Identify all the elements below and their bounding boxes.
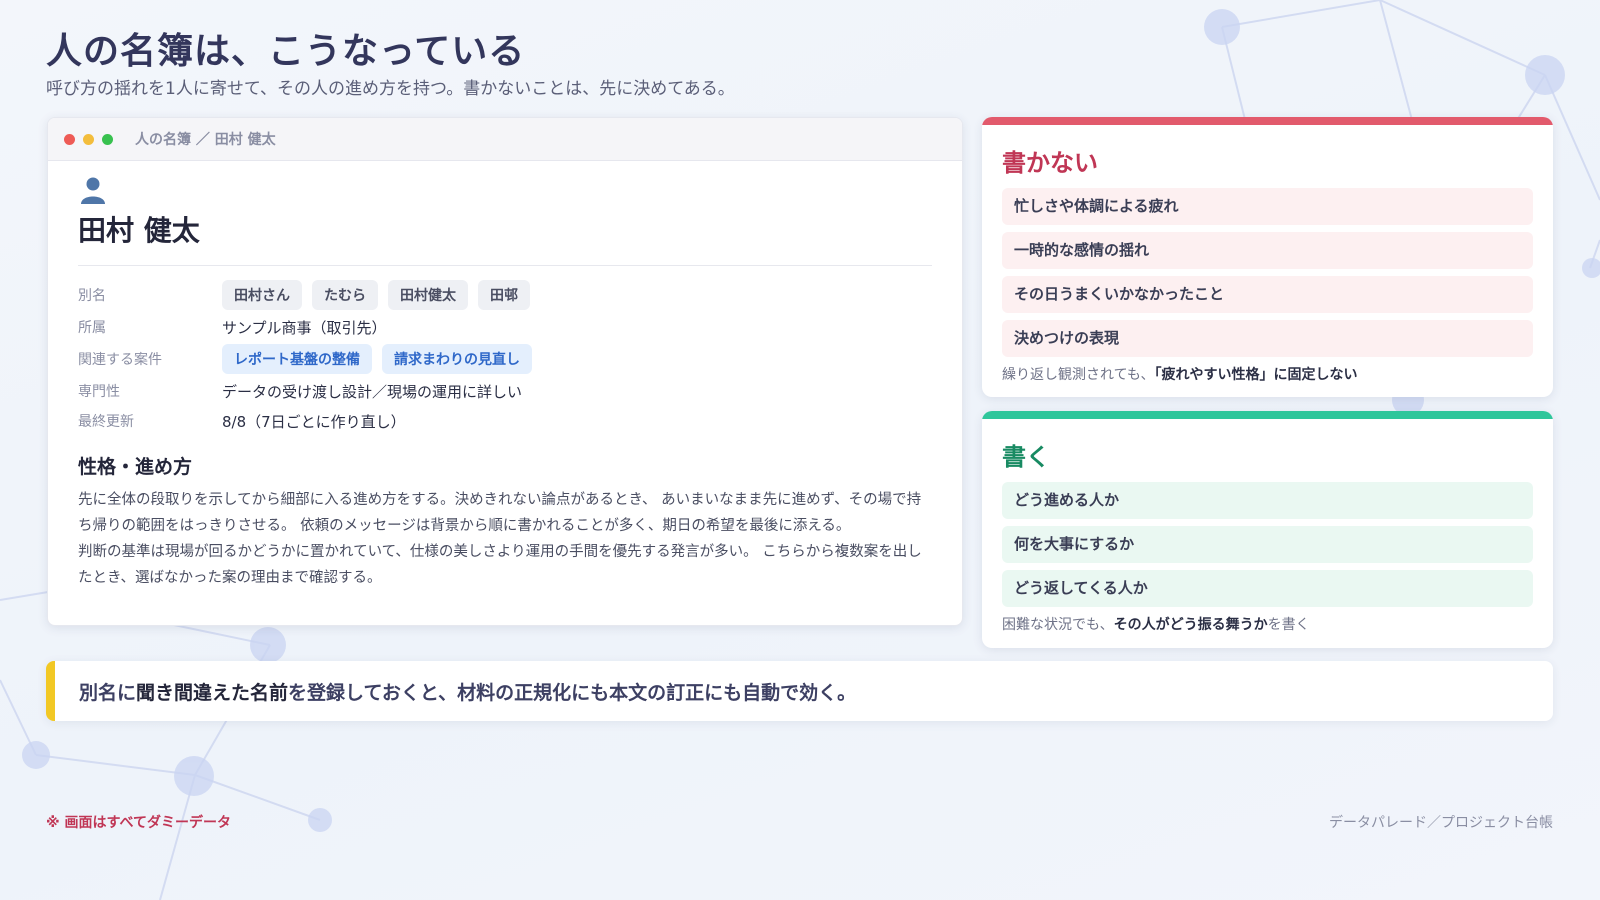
note-emphasis: 「疲れやすい性格」に固定しない xyxy=(1154,367,1358,383)
personality-section-title: 性格・進め方 xyxy=(78,456,193,478)
dummy-data-notice: ※ 画面はすべてダミーデータ xyxy=(46,815,231,831)
callout-text-part1: 別名に xyxy=(79,681,137,704)
page-subtitle: 呼び方の揺れを1人に寄せて、その人の進め方を持つ。書かないことは、先に決めてある… xyxy=(46,79,735,99)
alias-tip-callout: 別名に 聞き間違えた名前 を登録しておくと、材料の正規化にも本文の訂正にも自動で効く… xyxy=(46,661,1553,721)
do-write-item: 何を大事にするか xyxy=(1002,526,1533,563)
alias-chip[interactable]: 田村さん xyxy=(222,280,302,310)
alias-row: 別名 田村さん たむら 田村健太 田邨 xyxy=(78,278,932,312)
note-prefix: 困難な状況でも、 xyxy=(1002,617,1114,633)
alias-label: 別名 xyxy=(78,288,106,304)
alias-chip[interactable]: 田邨 xyxy=(478,280,530,310)
callout-text-part2: を登録しておくと、材料の正規化にも本文の訂正にも自動で効く。 xyxy=(288,681,857,704)
updated-value: 8/8（7日ごとに作り直し） xyxy=(222,412,406,431)
dont-write-title: 書かない xyxy=(1002,149,1098,177)
window-close-dot[interactable] xyxy=(64,133,75,145)
projects-label: 関連する案件 xyxy=(78,352,162,368)
breadcrumb: 人の名簿 ／ 田村 健太 xyxy=(135,132,276,148)
dont-write-card: 書かない 忙しさや体調による疲れ 一時的な感情の揺れ その日うまくいかなかったこ… xyxy=(982,117,1553,397)
project-chips: レポート基盤の整備 請求まわりの見直し xyxy=(222,344,542,374)
person-icon xyxy=(81,177,105,204)
person-name: 田村 健太 xyxy=(78,214,200,247)
do-write-note: 困難な状況でも、その人がどう振る舞うかを書く xyxy=(1002,614,1553,634)
note-prefix: 繰り返し観測されても、 xyxy=(1002,367,1155,383)
expertise-value: データの受け渡し設計／現場の運用に詳しい xyxy=(222,382,523,401)
window-maximize-dot[interactable] xyxy=(102,133,113,145)
updated-row: 最終更新 8/8（7日ごとに作り直し） xyxy=(78,406,932,436)
projects-row: 関連する案件 レポート基盤の整備 請求まわりの見直し xyxy=(78,342,932,376)
project-chip[interactable]: 請求まわりの見直し xyxy=(382,344,532,374)
dont-write-item: 忙しさや体調による疲れ xyxy=(1002,188,1533,225)
do-write-title: 書く xyxy=(1002,443,1050,471)
footer-credit: データパレード／プロジェクト台帳 xyxy=(1329,815,1553,831)
divider xyxy=(78,265,932,266)
alias-chip[interactable]: たむら xyxy=(312,280,378,310)
dont-write-accent-bar xyxy=(982,117,1553,125)
do-write-card: 書く どう進める人か 何を大事にするか どう返してくる人か 困難な状況でも、その… xyxy=(982,411,1553,648)
project-chip[interactable]: レポート基盤の整備 xyxy=(222,344,372,374)
do-write-item: どう進める人か xyxy=(1002,482,1533,519)
expertise-label: 専門性 xyxy=(78,384,120,400)
alias-chip[interactable]: 田村健太 xyxy=(388,280,468,310)
note-suffix: を書く xyxy=(1267,617,1310,633)
window-titlebar: 人の名簿 ／ 田村 健太 xyxy=(48,118,962,161)
personality-paragraph: 先に全体の段取りを示してから細部に入る進め方をする。決めきれない論点があるとき、… xyxy=(78,492,922,534)
org-value: サンプル商事（取引先） xyxy=(222,318,387,337)
do-write-accent-bar xyxy=(982,411,1553,419)
window-minimize-dot[interactable] xyxy=(83,133,94,145)
window-body: 田村 健太 別名 田村さん たむら 田村健太 田邨 所属 サンプル商事（取引先） 関連… xyxy=(48,161,962,591)
updated-label: 最終更新 xyxy=(78,414,134,430)
dont-write-item: 決めつけの表現 xyxy=(1002,320,1533,357)
alias-chips: 田村さん たむら 田村健太 田邨 xyxy=(222,280,540,310)
personality-paragraph: 判断の基準は現場が回るかどうかに置かれていて、仕様の美しさより運用の手間を優先す… xyxy=(78,544,922,586)
callout-emphasis: 聞き間違えた名前 xyxy=(136,681,289,704)
page-title: 人の名簿は、こうなっている xyxy=(46,31,526,72)
person-record-window: 人の名簿 ／ 田村 健太 田村 健太 別名 田村さん たむら 田村健太 田邨 所属 サ… xyxy=(47,117,963,626)
expertise-row: 専門性 データの受け渡し設計／現場の運用に詳しい xyxy=(78,376,932,406)
org-label: 所属 xyxy=(78,320,106,336)
note-emphasis: その人がどう振る舞うか xyxy=(1113,617,1268,633)
do-write-item: どう返してくる人か xyxy=(1002,570,1533,607)
dont-write-item: その日うまくいかなかったこと xyxy=(1002,276,1533,313)
dont-write-note: 繰り返し観測されても、「疲れやすい性格」に固定しない xyxy=(1002,364,1553,384)
dont-write-item: 一時的な感情の揺れ xyxy=(1002,232,1533,269)
org-row: 所属 サンプル商事（取引先） xyxy=(78,312,932,342)
